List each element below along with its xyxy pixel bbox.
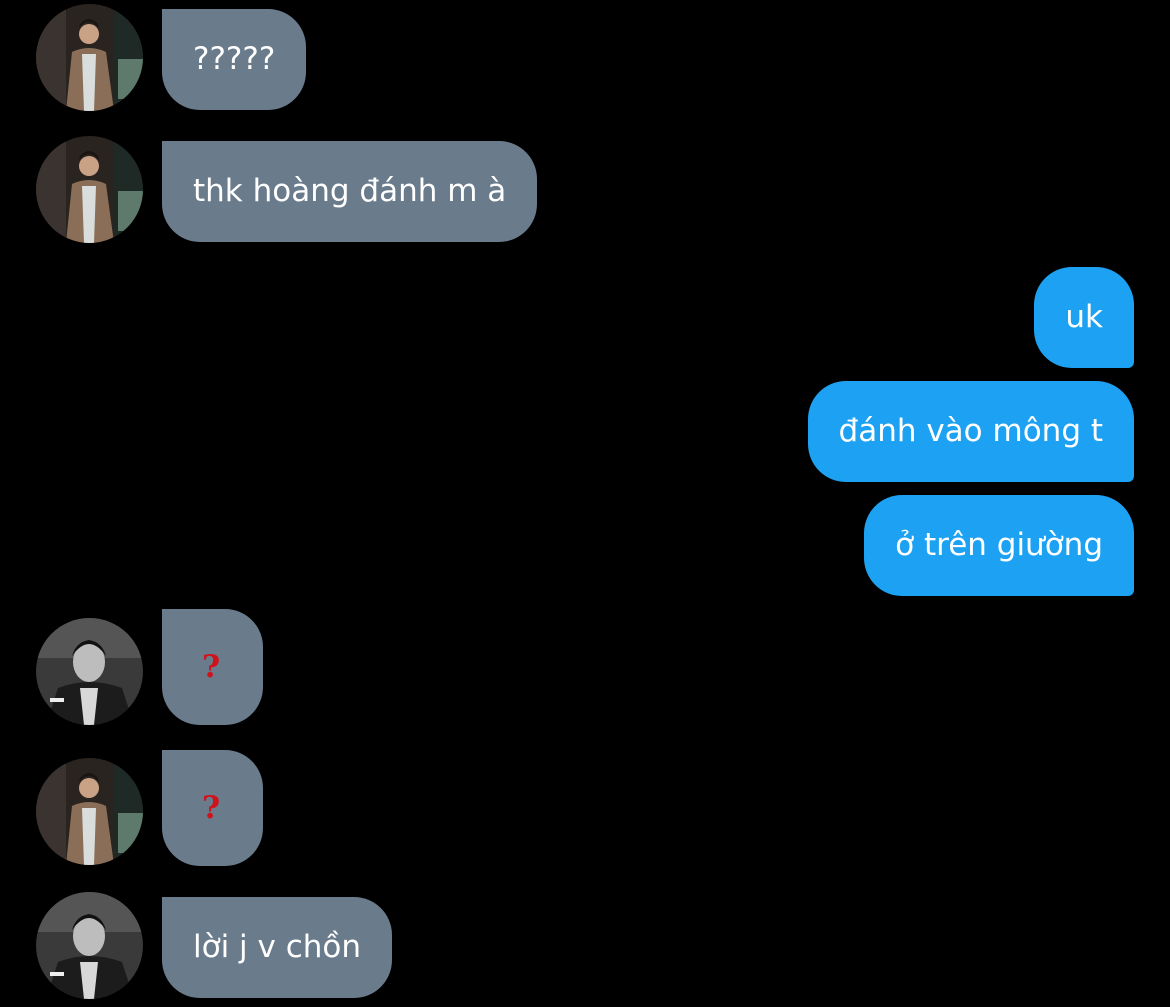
incoming-message-bubble[interactable]: ? xyxy=(162,750,263,866)
outgoing-message-bubble[interactable]: ở trên giường xyxy=(864,495,1134,596)
avatar-man-in-brown-suit[interactable] xyxy=(36,136,143,243)
avatar-man-in-brown-suit[interactable] xyxy=(36,4,143,111)
question-mark-text: ? xyxy=(202,648,221,685)
incoming-message-bubble[interactable]: ????? xyxy=(162,9,307,110)
avatar-man-black-and-white[interactable] xyxy=(36,892,143,999)
avatar-man-in-brown-suit[interactable] xyxy=(36,758,143,865)
avatar-image xyxy=(36,4,143,111)
incoming-message-bubble[interactable]: lời j v chồn xyxy=(162,897,393,998)
avatar-image xyxy=(36,136,143,243)
incoming-message-bubble[interactable]: thk hoàng đánh m à xyxy=(162,141,538,242)
avatar-man-black-and-white[interactable] xyxy=(36,618,143,725)
avatar-image xyxy=(36,758,143,865)
incoming-message-bubble[interactable]: ? xyxy=(162,609,263,725)
message-text: ????? xyxy=(193,41,276,77)
avatar-image xyxy=(36,892,143,999)
avatar-image xyxy=(36,618,143,725)
message-text: thk hoàng đánh m à xyxy=(193,173,507,209)
question-mark-text: ? xyxy=(202,789,221,826)
message-text: đánh vào mông t xyxy=(838,413,1103,449)
message-text: ở trên giường xyxy=(895,527,1103,563)
message-text: uk xyxy=(1065,299,1103,335)
outgoing-message-bubble[interactable]: uk xyxy=(1034,267,1134,368)
outgoing-message-bubble[interactable]: đánh vào mông t xyxy=(807,381,1134,482)
chat-thread: ????? thk hoàng đánh m à uk đánh vào môn… xyxy=(0,0,1170,1007)
message-text: lời j v chồn xyxy=(193,929,362,965)
